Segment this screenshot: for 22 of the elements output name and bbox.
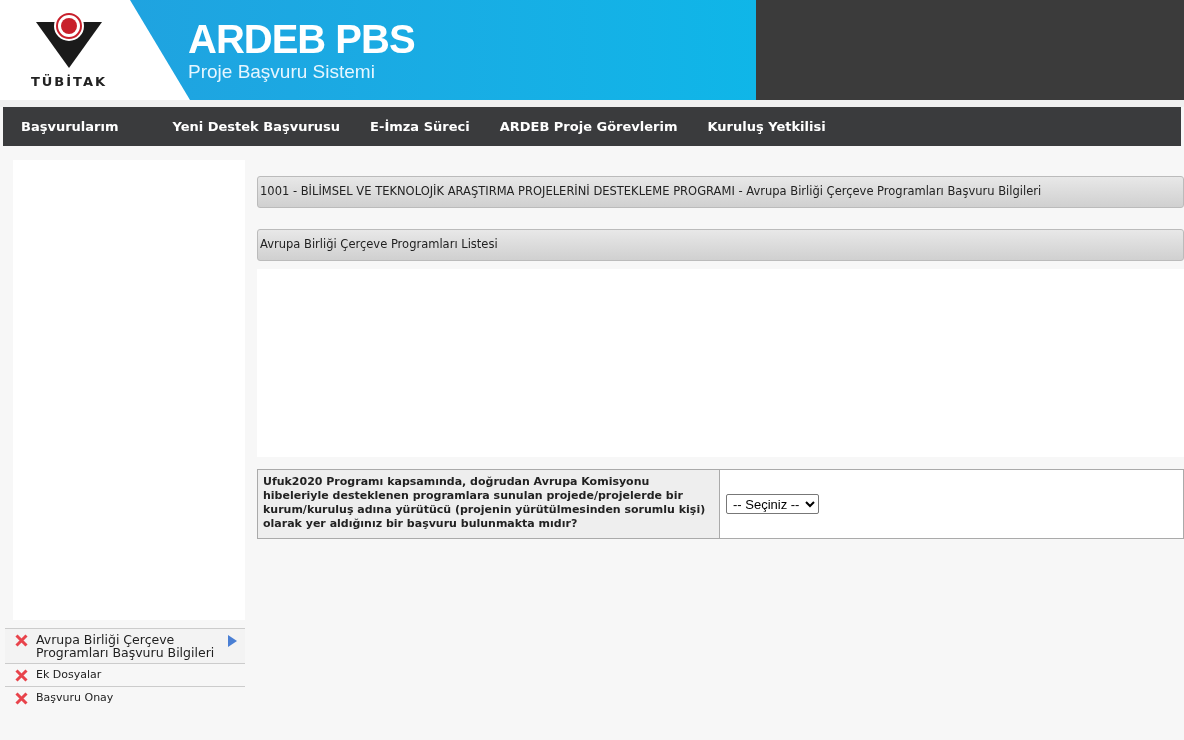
page-title-bar: 1001 - BİLİMSEL VE TEKNOLOJİK ARAŞTIRMA PROJELERİNİ DESTEKLEME PROGRAMI - Avrupa Birliği Çerçeve Programları Başvuru Bilgileri [257, 176, 1184, 208]
cross-icon [15, 669, 28, 682]
sidebar-item-label: Ek Dosyalar [36, 668, 103, 681]
sidebar-item[interactable]: Ek Dosyalar [5, 663, 245, 686]
nav-link[interactable]: ARDEB Proje Görevlerim [499, 116, 678, 137]
nav-link[interactable]: E-İmza Süreci [370, 116, 470, 137]
answer-select[interactable]: -- Seçiniz -- [726, 494, 819, 514]
sidebar-item[interactable]: Avrupa Birliği Çerçeve Programları Başvuru Bilgileri [5, 628, 245, 663]
arrow-icon [228, 635, 237, 647]
nav-link[interactable]: Kuruluş Yetkilisi [707, 116, 826, 137]
sidebar-item-label: Avrupa Birliği Çerçeve Programları Başvuru Bilgileri [36, 633, 216, 659]
app-title: ARDEB PBS [188, 17, 416, 61]
nav-link[interactable]: Yeni Destek Başvurusu [172, 116, 341, 137]
sidebar-item-label: Başvuru Onay [36, 691, 115, 704]
sidebar-item[interactable]: Başvuru Onay [5, 686, 245, 709]
question-label: Ufuk2020 Programı kapsamında, doğrudan Avrupa Komisyonu hibeleriyle desteklenen programlara sunulan projede/projelerde bir kurum/kuruluş adına yürütücü (projenin yürütülmesinden sorumlu kişi) olarak yer aldığınız bir başvuru bulunmakta mıdır? [258, 470, 720, 538]
section-title-bar: Avrupa Birliği Çerçeve Programları Listesi [257, 229, 1184, 261]
nav-link[interactable]: Başvurularım [21, 116, 119, 137]
cross-icon [15, 692, 28, 705]
app-subtitle: Proje Başvuru Sistemi [188, 61, 376, 83]
logo-text: TÜBİTAK [30, 73, 108, 92]
cross-icon [15, 634, 28, 647]
